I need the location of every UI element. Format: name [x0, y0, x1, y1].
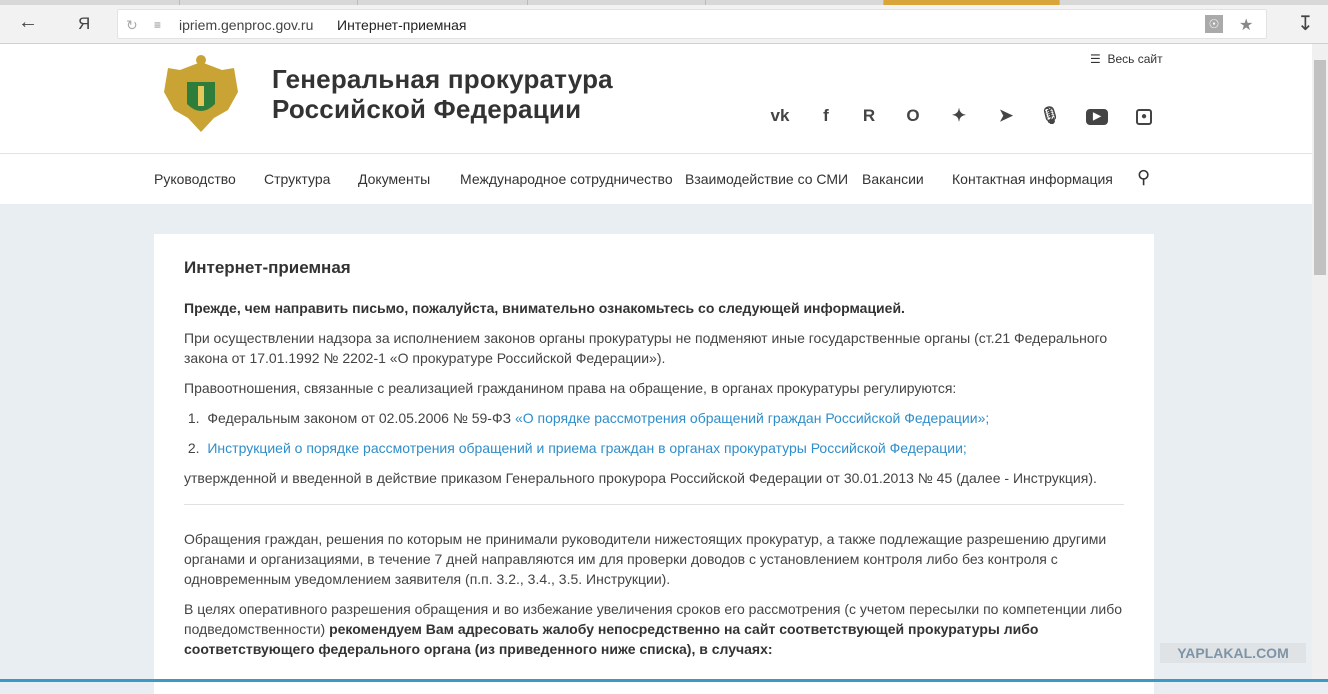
- whole-site-menu[interactable]: ☰ Весь сайт: [1090, 52, 1163, 66]
- site-header: Генеральная прокуратура Российской Федера…: [0, 44, 1312, 154]
- vk-icon[interactable]: vk: [769, 106, 791, 128]
- nav-structure[interactable]: Структура: [264, 171, 330, 187]
- instruction-link[interactable]: Инструкцией о порядке рассмотрения обращ…: [207, 440, 966, 456]
- page-title: Интернет-приемная: [337, 17, 467, 33]
- watermark: YAPLAKAL.COM: [1160, 643, 1306, 663]
- paragraph: В целях оперативного разрешения обращени…: [184, 599, 1124, 659]
- menu-icon: ☰: [1090, 52, 1101, 66]
- content-title: Интернет-приемная: [184, 258, 351, 277]
- page-info-icon[interactable]: ≡: [154, 18, 161, 32]
- bookmark-star-icon[interactable]: ★: [1239, 15, 1253, 35]
- yandex-icon[interactable]: Я: [78, 14, 90, 34]
- nav-leadership[interactable]: Руководство: [154, 171, 236, 187]
- scrollbar-thumb[interactable]: [1314, 60, 1326, 275]
- microphone-icon[interactable]: 🎙: [1039, 106, 1061, 128]
- content-card: Интернет-приемная Прежде, чем направить …: [154, 234, 1154, 694]
- address-bar[interactable]: ↻ ≡ ipriem.genproc.gov.ru Интернет-прием…: [117, 9, 1267, 39]
- facebook-icon[interactable]: f: [815, 106, 837, 128]
- list-item: 2. Инструкцией о порядке рассмотрения об…: [184, 440, 967, 456]
- nav-vacancies[interactable]: Вакансии: [862, 171, 924, 187]
- nav-contacts[interactable]: Контактная информация: [952, 171, 1113, 187]
- list-text: Федеральным законом от 02.05.2006 № 59-Ф…: [207, 410, 515, 426]
- reload-icon[interactable]: ↻: [126, 17, 138, 34]
- odnoklassniki-icon[interactable]: О: [902, 106, 924, 128]
- paragraph: При осуществлении надзора за исполнением…: [184, 330, 1108, 366]
- browser-toolbar: ← Я ↻ ≡ ipriem.genproc.gov.ru Интернет-п…: [0, 5, 1328, 44]
- nav-media[interactable]: Взаимодействие со СМИ: [685, 171, 848, 187]
- telegram-icon[interactable]: ➤: [995, 106, 1017, 128]
- nav-international[interactable]: Международное сотрудничество: [460, 171, 673, 187]
- paragraph: Правоотношения, связанные с реализацией …: [184, 380, 957, 396]
- scrollbar[interactable]: [1312, 44, 1328, 682]
- title-line: Российской Федерации: [272, 94, 582, 124]
- main-nav: Руководство Структура Документы Междунар…: [0, 154, 1312, 204]
- youtube-icon[interactable]: ▶: [1086, 109, 1108, 125]
- url-host: ipriem.genproc.gov.ru: [179, 17, 314, 33]
- nav-documents[interactable]: Документы: [358, 171, 430, 187]
- list-item: 1. Федеральным законом от 02.05.2006 № 5…: [184, 410, 990, 426]
- whole-site-label: Весь сайт: [1107, 52, 1163, 66]
- download-icon[interactable]: ↧: [1297, 11, 1314, 36]
- divider: [184, 504, 1124, 505]
- law-link[interactable]: «О порядке рассмотрения обращений гражда…: [515, 410, 989, 426]
- twitter-icon[interactable]: ✦: [948, 106, 970, 128]
- site-title[interactable]: Генеральная прокуратура Российской Федера…: [272, 64, 613, 124]
- title-line: Генеральная прокуратура: [272, 64, 613, 94]
- back-icon[interactable]: ←: [18, 11, 38, 34]
- instagram-icon[interactable]: ●: [1136, 109, 1152, 125]
- paragraph: Обращения граждан, решения по которым не…: [184, 531, 1107, 587]
- translate-icon[interactable]: ☉: [1205, 15, 1223, 33]
- emblem-logo[interactable]: [160, 52, 242, 138]
- intro-text: Прежде, чем направить письмо, пожалуйста…: [184, 300, 905, 316]
- rutube-icon[interactable]: R: [858, 106, 880, 128]
- paragraph: утвержденной и введенной в действие прик…: [184, 470, 1097, 486]
- search-icon[interactable]: ⚲: [1137, 167, 1150, 188]
